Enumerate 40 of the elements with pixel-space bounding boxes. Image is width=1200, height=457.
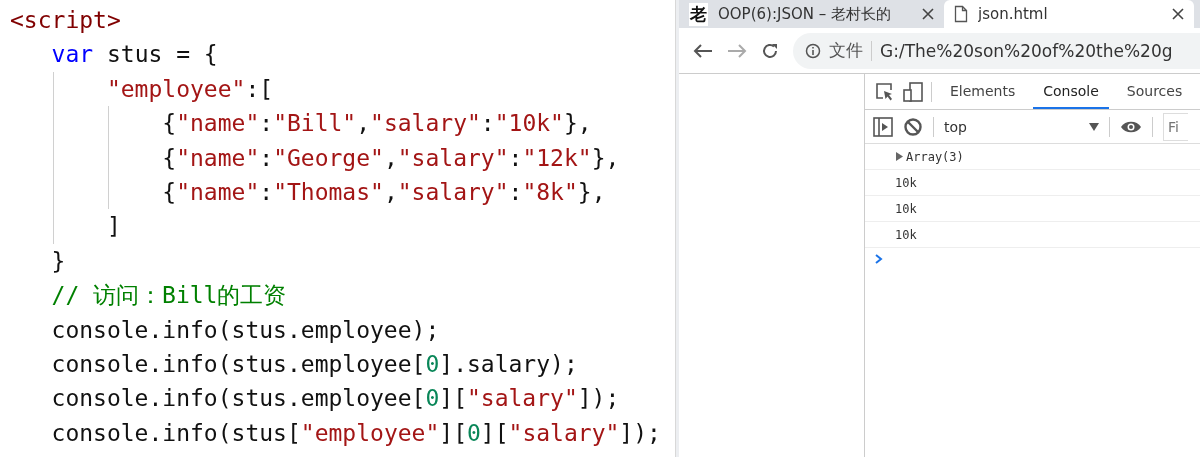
- code-line: console.info(stus.employee);: [50, 315, 440, 345]
- sidebar-toggle-icon[interactable]: [873, 116, 893, 137]
- close-icon[interactable]: [922, 8, 934, 20]
- console-output: 10k: [895, 227, 917, 242]
- context-selector[interactable]: top: [944, 118, 1099, 135]
- browser-tab[interactable]: json.html: [944, 0, 1194, 28]
- code-line: {"name":"Bill","salary":"10k"},: [10, 106, 592, 141]
- close-icon[interactable]: [1172, 8, 1184, 20]
- code-line: // 访问：Bill的工资: [50, 281, 287, 311]
- code-line: ]: [10, 209, 121, 244]
- code-line: }: [50, 246, 66, 276]
- collapsed-triangle-icon[interactable]: [895, 152, 903, 161]
- console-output: 10k: [895, 175, 917, 190]
- code-line: {"name":"Thomas","salary":"8k"},: [10, 174, 606, 210]
- code-line: console.info(stus.employee[0].salary);: [50, 349, 578, 379]
- scheme-label: 文件: [829, 39, 863, 62]
- info-icon: [805, 42, 821, 59]
- dropdown-caret-icon: [1089, 122, 1099, 131]
- clear-icon[interactable]: [903, 116, 923, 137]
- code-line: var stus = {: [50, 40, 218, 70]
- back-arrow-icon[interactable]: [693, 42, 713, 59]
- url-text: G:/The%20son%20of%20the%20g: [880, 40, 1173, 61]
- code-line: <script>: [10, 6, 121, 35]
- code-line: console.info(stus["employee"][0]["salary"]);: [50, 418, 661, 448]
- inspect-icon[interactable]: [875, 81, 895, 102]
- console-output: 10k: [895, 201, 917, 216]
- code-line: "employee":[: [10, 71, 274, 107]
- filter-field[interactable]: Fi: [1163, 112, 1188, 141]
- device-icon[interactable]: [903, 81, 923, 102]
- devtools-tab[interactable]: Elements: [940, 74, 1026, 109]
- eye-icon[interactable]: [1120, 119, 1142, 134]
- devtools-tab[interactable]: Console: [1033, 74, 1109, 109]
- address-bar[interactable]: 文件 G:/The%20son%20of%20the%20g: [793, 32, 1200, 69]
- file-icon: [954, 5, 968, 23]
- reload-icon[interactable]: [761, 41, 779, 60]
- code-line: {"name":"George","salary":"12k"},: [10, 140, 620, 175]
- console-object[interactable]: Array(3): [906, 149, 964, 164]
- prompt-chevron-icon: [875, 254, 883, 264]
- code-line: console.info(stus.employee[0]["salary"]);: [50, 384, 620, 414]
- devtools-tab[interactable]: Sources: [1116, 74, 1193, 109]
